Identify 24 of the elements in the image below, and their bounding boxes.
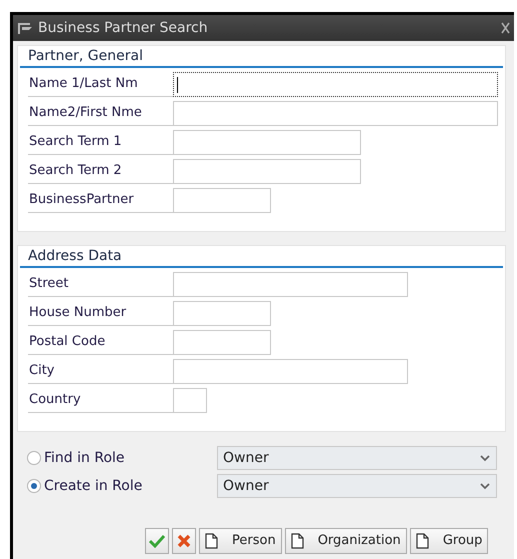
cancel-button[interactable] [172, 528, 196, 554]
radio-label: Find in Role [44, 448, 125, 468]
document-icon [416, 533, 429, 549]
chevron-down-icon [480, 482, 490, 490]
group-title: Address Data [20, 247, 503, 268]
create-button[interactable]: Group [410, 528, 488, 554]
window-icon [17, 22, 33, 34]
chevron-down-icon [480, 454, 490, 462]
confirm-button[interactable] [145, 528, 169, 554]
create-button[interactable]: Person [199, 528, 282, 554]
create-button[interactable]: Organization [284, 528, 407, 554]
group-title: Partner, General [20, 47, 503, 68]
radio-button[interactable] [27, 479, 41, 493]
close-icon[interactable] [501, 22, 510, 34]
checkmark-icon [149, 534, 165, 548]
radio-label: Create in Role [44, 476, 142, 496]
window-title: Business Partner Search [38, 18, 208, 38]
role-dropdown[interactable]: Owner [217, 446, 497, 470]
radio-button[interactable] [27, 451, 41, 465]
document-icon [205, 533, 218, 549]
document-icon [290, 533, 304, 549]
input-field[interactable] [173, 72, 498, 97]
close-icon [177, 534, 191, 548]
role-dropdown[interactable]: Owner [217, 474, 497, 498]
